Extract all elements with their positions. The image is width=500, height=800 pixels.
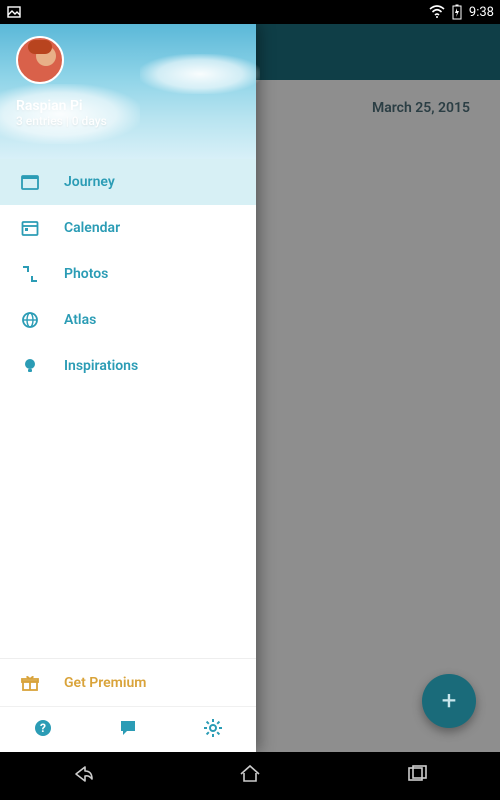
clock-text: 9:38 <box>469 5 494 20</box>
back-button[interactable] <box>53 752 113 800</box>
get-premium-button[interactable]: Get Premium <box>0 658 256 706</box>
avatar[interactable] <box>16 36 64 84</box>
premium-label: Get Premium <box>64 675 146 691</box>
gear-icon <box>203 718 223 742</box>
recents-icon <box>404 761 430 791</box>
globe-icon <box>20 310 40 330</box>
nav-item-label: Journey <box>64 174 115 190</box>
battery-charging-icon <box>449 4 465 20</box>
drawer-header[interactable]: Raspian Pi 3 entries | 0 days <box>0 24 256 159</box>
home-button[interactable] <box>220 752 280 800</box>
android-nav-bar <box>0 752 500 800</box>
cloud-decoration <box>140 54 260 94</box>
back-icon <box>70 761 96 791</box>
lightbulb-icon <box>20 356 40 376</box>
svg-text:?: ? <box>40 721 46 735</box>
gift-icon <box>20 673 40 693</box>
nav-list: Journey Calendar Photos Atlas <box>0 159 256 389</box>
chat-icon <box>118 718 138 742</box>
calendar-icon <box>20 218 40 238</box>
nav-item-inspirations[interactable]: Inspirations <box>0 343 256 389</box>
settings-button[interactable] <box>195 712 231 748</box>
drawer-bottom-bar: ? <box>0 706 256 752</box>
feedback-button[interactable] <box>110 712 146 748</box>
app-surface: March 25, 2015 ud of. ng new, something … <box>0 24 500 752</box>
journal-icon <box>20 172 40 192</box>
add-entry-fab[interactable]: + <box>422 674 476 728</box>
help-icon: ? <box>33 718 53 742</box>
nav-item-atlas[interactable]: Atlas <box>0 297 256 343</box>
nav-drawer: Raspian Pi 3 entries | 0 days Journey Ca… <box>0 24 256 752</box>
recents-button[interactable] <box>387 752 447 800</box>
wifi-icon <box>429 4 445 20</box>
nav-item-calendar[interactable]: Calendar <box>0 205 256 251</box>
nav-item-label: Inspirations <box>64 358 138 374</box>
nav-item-label: Atlas <box>64 312 96 328</box>
photos-icon <box>20 264 40 284</box>
status-bar: 9:38 <box>0 0 500 24</box>
home-icon <box>237 761 263 791</box>
help-button[interactable]: ? <box>25 712 61 748</box>
nav-item-label: Calendar <box>64 220 120 236</box>
nav-item-journey[interactable]: Journey <box>0 159 256 205</box>
picture-icon <box>6 4 22 20</box>
nav-item-label: Photos <box>64 266 108 282</box>
plus-icon: + <box>442 686 457 716</box>
user-stats: 3 entries | 0 days <box>16 114 240 128</box>
nav-item-photos[interactable]: Photos <box>0 251 256 297</box>
